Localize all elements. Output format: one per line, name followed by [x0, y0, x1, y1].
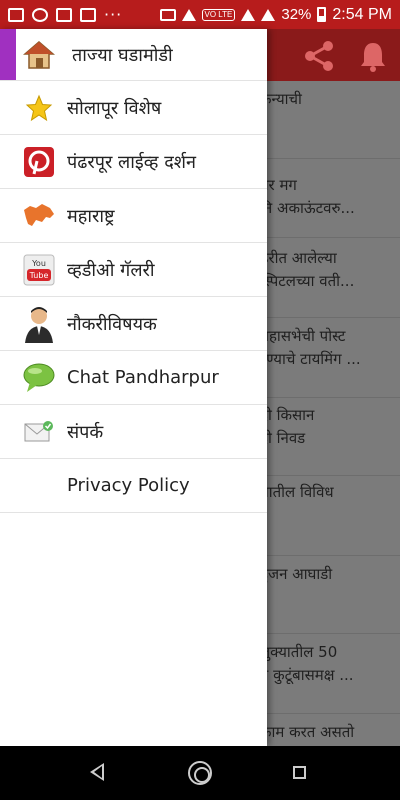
maharashtra-map-icon	[22, 199, 56, 233]
recents-icon[interactable]	[293, 766, 306, 779]
wifi-icon	[181, 8, 196, 21]
pinterest-icon	[22, 145, 56, 179]
menu-item-privacy-policy[interactable]: Privacy Policy	[0, 459, 267, 513]
house-icon	[22, 38, 56, 72]
menu-label: नौकरीविषयक	[67, 313, 157, 335]
more-notifications-icon: ···	[104, 5, 123, 24]
gmail-notification-icon	[8, 7, 24, 22]
system-nav-bar	[0, 746, 400, 800]
menu-label: सोलापूर विशेष	[67, 97, 162, 119]
menu-item-video-gallery[interactable]: You Tube व्हडीओ गॅलरी	[0, 243, 267, 297]
menu-item-latest-news[interactable]: ताज्या घडामोडी	[0, 29, 267, 81]
signal-icon	[241, 8, 256, 21]
menu-label: व्हडीओ गॅलरी	[67, 259, 155, 281]
gmail-notification-icon-2	[80, 7, 96, 22]
chat-bubble-icon	[22, 361, 56, 395]
person-icon	[22, 306, 56, 343]
cast-icon	[159, 8, 176, 21]
battery-percent: 32%	[281, 6, 312, 23]
menu-label: Privacy Policy	[67, 475, 190, 496]
menu-item-contact[interactable]: संपर्क	[0, 405, 267, 459]
menu-item-chat[interactable]: Chat Pandharpur	[0, 351, 267, 405]
share-icon[interactable]	[300, 39, 338, 79]
battery-icon	[317, 7, 327, 22]
menu-label: पंढरपूर लाईव्ह दर्शन	[67, 151, 197, 173]
navigation-drawer: ताज्या घडामोडी सोलापूर विशेष पंढरपूर लाई…	[0, 29, 267, 746]
volte-badge: VO LTE	[201, 8, 236, 21]
messenger-notification-icon	[32, 7, 48, 22]
menu-label: ताज्या घडामोडी	[72, 44, 173, 66]
bell-icon[interactable]	[356, 39, 390, 79]
signal-icon-2	[261, 8, 276, 21]
mail-icon	[22, 415, 56, 449]
clock: 2:54 PM	[332, 5, 392, 23]
menu-label: संपर्क	[67, 421, 104, 443]
notification-icons: ···	[8, 5, 122, 24]
menu-item-maharashtra[interactable]: महाराष्ट्र	[0, 189, 267, 243]
home-icon[interactable]	[188, 761, 212, 785]
status-bar: ··· VO LTE 32% 2:54 PM	[0, 0, 400, 29]
back-icon[interactable]	[90, 763, 104, 781]
youtube-icon: You Tube	[22, 253, 56, 287]
menu-item-jobs[interactable]: नौकरीविषयक	[0, 297, 267, 351]
star-icon	[22, 91, 56, 125]
app-notification-icon	[56, 7, 72, 22]
menu-item-pandharpur-live[interactable]: पंढरपूर लाईव्ह दर्शन	[0, 135, 267, 189]
svg-text:Tube: Tube	[29, 271, 49, 280]
menu-item-solapur[interactable]: सोलापूर विशेष	[0, 81, 267, 135]
svg-text:You: You	[31, 259, 46, 268]
menu-label: Chat Pandharpur	[67, 367, 219, 388]
menu-label: महाराष्ट्र	[67, 205, 115, 227]
